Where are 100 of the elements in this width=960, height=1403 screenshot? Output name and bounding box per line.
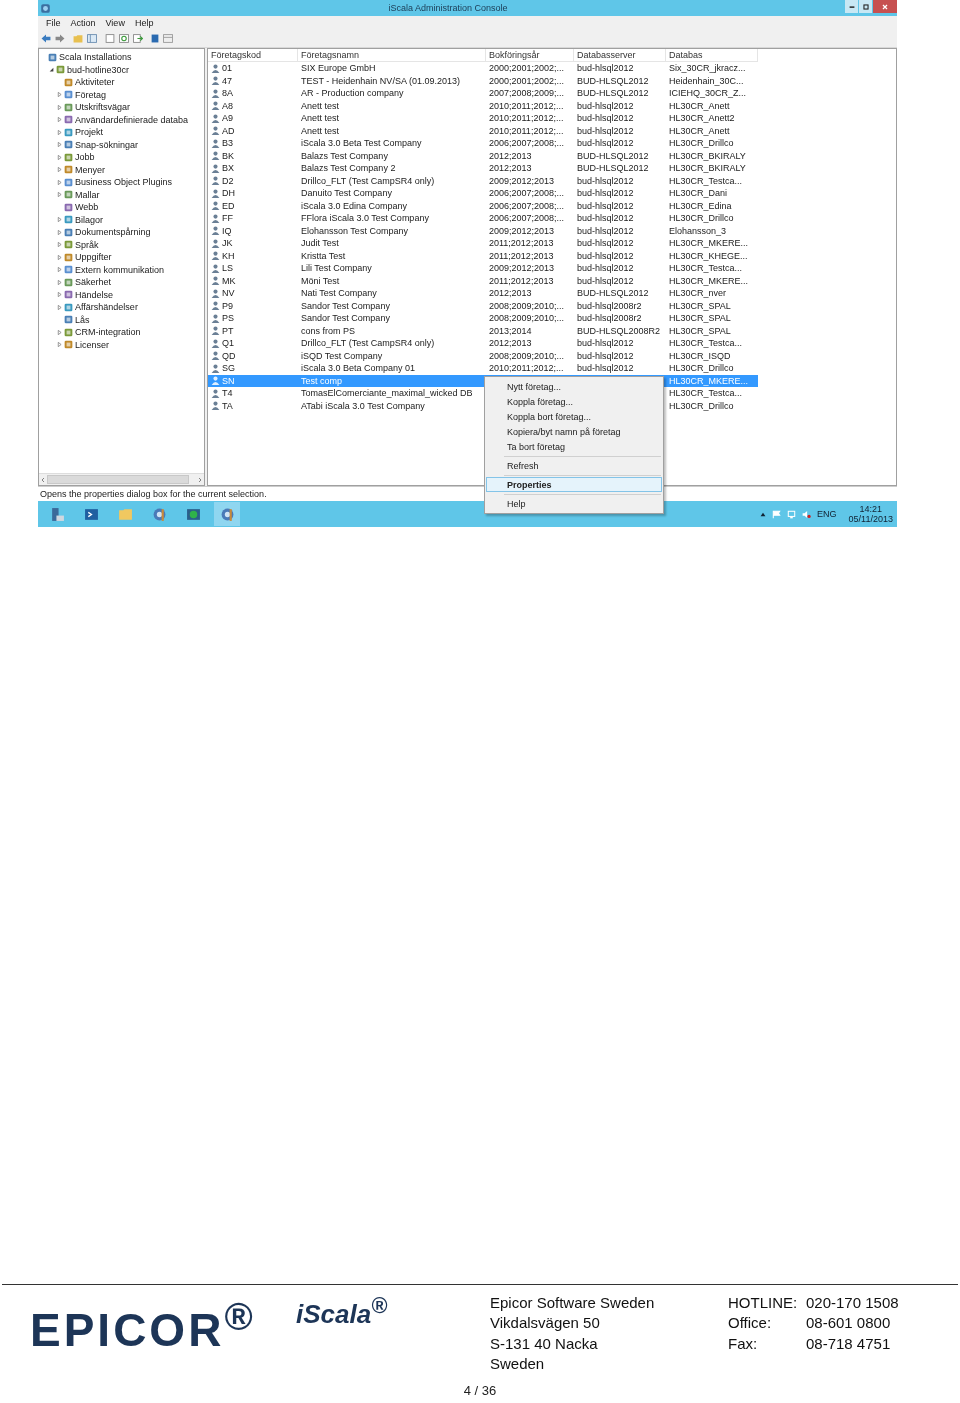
tree-item[interactable]: Snap-sökningar — [75, 139, 139, 150]
minimize-button[interactable] — [845, 0, 858, 13]
tree-item[interactable]: Licenser — [75, 339, 110, 350]
table-cell: A8 — [222, 100, 233, 111]
speaker-icon[interactable] — [802, 509, 812, 519]
tree-item[interactable]: Menyer — [75, 164, 105, 175]
tree-item[interactable]: Språk — [75, 239, 99, 250]
tree-item[interactable]: Uppgifter — [75, 252, 112, 263]
contact-value: 08-718 4751 — [806, 1333, 892, 1354]
tree-item[interactable]: Jobb — [75, 152, 95, 163]
expand-icon[interactable] — [56, 192, 62, 198]
expand-icon[interactable] — [56, 254, 62, 260]
menu-item[interactable]: Refresh — [486, 458, 662, 473]
table-cell: HL30CR_Anett — [669, 100, 730, 111]
network-icon[interactable] — [787, 509, 797, 519]
tree-item[interactable]: Affärshändelser — [75, 302, 138, 313]
expand-icon[interactable] — [56, 179, 62, 185]
expand-icon[interactable] — [56, 117, 62, 123]
menu-item[interactable]: Help — [129, 18, 159, 28]
tree-item[interactable]: Bilagor — [75, 214, 103, 225]
clock-date[interactable]: 05/11/2013 — [848, 514, 893, 524]
tree-item[interactable]: Dokumentspårning — [75, 227, 151, 238]
tree-item[interactable]: Mallar — [75, 189, 100, 200]
table-cell: HL30CR_MKERE... — [669, 375, 749, 386]
node-icon — [64, 215, 73, 225]
tree-item[interactable]: Extern kommunikation — [75, 264, 165, 275]
table-cell: Six_30CR_jkracz... — [669, 63, 746, 74]
expand-icon[interactable] — [56, 229, 62, 235]
person-icon — [211, 113, 220, 123]
forward-arrow-icon[interactable] — [55, 34, 65, 43]
close-button[interactable] — [873, 0, 897, 13]
expand-icon[interactable] — [56, 342, 62, 348]
table-cell: BUD-HLSQL2012 — [577, 88, 649, 99]
node-icon — [64, 252, 73, 262]
expand-icon[interactable] — [56, 154, 62, 160]
tree-item[interactable]: bud-hotline30cr — [67, 64, 130, 75]
clock-time[interactable]: 14:21 — [859, 504, 883, 514]
tree-item[interactable]: Scala Installations — [59, 52, 132, 63]
expand-icon[interactable] — [56, 129, 62, 135]
taskbar-button[interactable] — [214, 502, 240, 526]
address-line: Epicor Software Sweden — [490, 1293, 656, 1313]
expand-icon[interactable] — [56, 217, 62, 223]
table-cell: ED — [222, 200, 235, 211]
expand-icon[interactable] — [56, 329, 62, 335]
menu-item[interactable]: File — [41, 18, 66, 28]
tree-item[interactable]: Aktiviteter — [75, 77, 115, 88]
expand-icon[interactable] — [56, 304, 62, 310]
tree-item[interactable]: Projekt — [75, 127, 103, 138]
node-icon — [64, 190, 73, 200]
back-arrow-icon[interactable] — [41, 34, 51, 43]
tree-item[interactable]: Business Object Plugins — [75, 177, 173, 188]
tree-item[interactable]: Händelse — [75, 289, 114, 300]
expand-icon[interactable] — [56, 167, 62, 173]
page-icon[interactable] — [105, 34, 115, 43]
expand-icon[interactable] — [56, 242, 62, 248]
expand-icon[interactable] — [56, 92, 62, 98]
caret-icon[interactable] — [760, 511, 767, 517]
flag-icon[interactable] — [772, 509, 782, 519]
table-cell: HL30CR_BKIRALY — [669, 163, 746, 174]
folder-icon[interactable] — [73, 34, 83, 43]
expand-icon[interactable] — [56, 292, 62, 298]
menu-item[interactable]: Help — [486, 496, 662, 511]
table-cell: BK — [222, 150, 234, 161]
tree-item[interactable]: Användardefinierade databa — [75, 114, 189, 125]
expand-icon[interactable] — [56, 279, 62, 285]
tree-item[interactable]: CRM-integration — [75, 327, 141, 338]
menu-item[interactable]: Koppla bort företag... — [486, 409, 662, 424]
table-cell: D2 — [222, 175, 234, 186]
collapse-icon[interactable] — [48, 67, 54, 73]
node-icon — [64, 102, 73, 112]
address-line: S-131 40 Nacka — [490, 1333, 599, 1354]
table-cell: HL30CR_SPAL — [669, 313, 731, 324]
tree-item[interactable]: Utskriftsvägar — [75, 102, 130, 113]
person-icon — [211, 126, 220, 136]
node-icon — [64, 90, 73, 100]
language-indicator[interactable]: ENG — [817, 509, 837, 519]
menu-item[interactable]: View — [100, 18, 130, 28]
menu-item[interactable]: Kopiera/byt namn på företag — [486, 424, 662, 439]
tree-item[interactable]: Lås — [75, 314, 90, 325]
pane-icon[interactable] — [87, 34, 97, 43]
person-icon — [211, 388, 220, 398]
tree-item[interactable]: Företag — [75, 89, 107, 100]
pane-icon[interactable] — [163, 34, 173, 43]
table-cell: Q1 — [222, 338, 234, 349]
expand-icon[interactable] — [56, 142, 62, 148]
node-icon — [64, 290, 73, 300]
export-icon[interactable] — [133, 34, 143, 43]
tree-item[interactable]: Säkerhet — [75, 277, 112, 288]
maximize-button[interactable] — [859, 0, 872, 13]
app-icon — [40, 2, 51, 14]
menu-item[interactable]: Ta bort företag — [486, 439, 662, 454]
menu-item[interactable]: Action — [65, 18, 101, 28]
person-icon — [211, 163, 220, 173]
table-cell: BUD-HLSQL2012 — [577, 150, 649, 161]
expand-icon[interactable] — [56, 267, 62, 273]
scrollbar[interactable] — [39, 473, 204, 485]
tree-item[interactable]: Webb — [75, 202, 99, 213]
table-cell: SG — [222, 363, 235, 374]
menu-item[interactable]: Properties — [486, 477, 662, 492]
expand-icon[interactable] — [56, 104, 62, 110]
